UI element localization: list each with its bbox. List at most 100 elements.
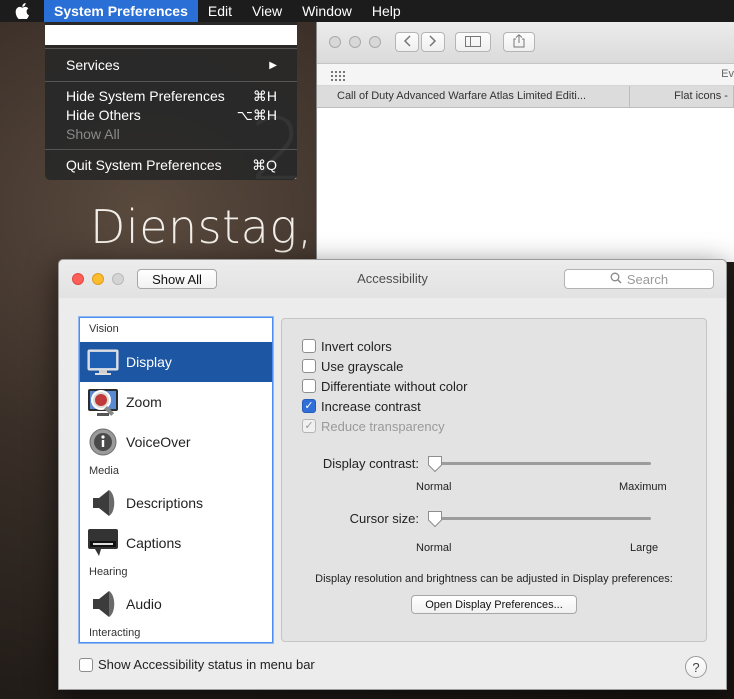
browser-window: Ev Call of Duty Advanced Warfare Atlas L…: [316, 22, 734, 262]
menu-separator: [45, 48, 297, 49]
category-sidebar: Vision Display Zoom VoiceOver Media Desc…: [79, 317, 273, 643]
forward-button[interactable]: [421, 32, 445, 52]
app-dropdown-menu: Services ▶ Hide System Preferences ⌘H Hi…: [45, 22, 297, 180]
search-input[interactable]: Search: [564, 269, 714, 289]
menu-edit[interactable]: Edit: [198, 0, 242, 22]
increase-contrast-checkbox[interactable]: ✓ Increase contrast: [302, 397, 421, 415]
sidebar-icon: [465, 35, 481, 50]
menu-item-hide-others-shortcut: ⌥⌘H: [236, 107, 277, 123]
sidebar-item-display[interactable]: Display: [80, 342, 272, 382]
menu-item-services-label: Services: [66, 57, 120, 73]
slider-max-label: Maximum: [619, 481, 667, 493]
menu-help[interactable]: Help: [362, 0, 411, 22]
slider-thumb[interactable]: [427, 455, 443, 473]
back-button[interactable]: [395, 32, 419, 52]
search-placeholder: Search: [626, 271, 669, 287]
sidebar-item-label: Captions: [126, 535, 182, 551]
menu-bar: System Preferences Edit View Window Help: [0, 0, 734, 22]
menu-item-hide-app[interactable]: Hide System Preferences ⌘H: [66, 87, 277, 106]
checkbox-label: Use grayscale: [321, 358, 404, 374]
use-grayscale-checkbox[interactable]: Use grayscale: [302, 357, 403, 375]
menu-item-show-all-label: Show All: [66, 126, 120, 142]
menu-item-show-all: Show All: [66, 125, 277, 144]
checkbox-label: Show Accessibility status in menu bar: [98, 657, 315, 672]
slider-thumb[interactable]: [427, 510, 443, 528]
show-status-in-menu-bar-checkbox[interactable]: Show Accessibility status in menu bar: [79, 657, 315, 672]
slider-track: [429, 517, 651, 520]
menu-item-hide-others-label: Hide Others: [66, 107, 141, 123]
submenu-arrow-icon: ▶: [269, 60, 277, 71]
checkbox-box: [79, 657, 93, 672]
checkbox-label: Differentiate without color: [321, 378, 468, 394]
browser-toolbar: [317, 22, 734, 64]
checkmark-icon: ✓: [302, 419, 316, 433]
browser-tab[interactable]: Flat icons -: [630, 86, 734, 107]
sidebar-item-label: Zoom: [126, 394, 162, 410]
help-button[interactable]: ?: [685, 656, 707, 678]
grid-icon[interactable]: [331, 69, 345, 84]
display-note-text: Display resolution and brightness can be…: [315, 573, 673, 585]
differentiate-without-color-checkbox[interactable]: Differentiate without color: [302, 377, 467, 395]
sidebar-item-captions[interactable]: Captions: [80, 523, 272, 563]
checkmark-icon: ✓: [302, 399, 316, 413]
browser-tab-bar: Call of Duty Advanced Warfare Atlas Limi…: [317, 86, 734, 108]
sidebar-item-label: Descriptions: [126, 495, 204, 511]
menu-highlight-strip: [45, 25, 297, 45]
chevron-left-icon: [403, 34, 411, 50]
menu-item-hide-others[interactable]: Hide Others ⌥⌘H: [66, 106, 277, 125]
checkbox-box: [302, 339, 316, 353]
share-button[interactable]: [503, 32, 535, 52]
checkbox-label: Increase contrast: [321, 398, 421, 414]
speaker-icon: [86, 487, 120, 519]
chevron-right-icon: [429, 34, 437, 50]
slider-track: [429, 462, 651, 465]
captions-icon: [86, 527, 120, 559]
window-minimize-button[interactable]: [349, 36, 361, 48]
cursor-size-label: Cursor size:: [349, 511, 419, 526]
window-close-button[interactable]: [329, 36, 341, 48]
menu-item-quit-shortcut: ⌘Q: [252, 157, 277, 173]
section-header-media: Media: [89, 465, 119, 477]
section-header-interacting: Interacting: [89, 627, 141, 639]
menu-item-services[interactable]: Services ▶: [66, 56, 277, 75]
share-icon: [513, 33, 525, 51]
zoom-icon: [86, 386, 120, 418]
invert-colors-checkbox[interactable]: Invert colors: [302, 337, 392, 355]
sidebar-item-voiceover[interactable]: VoiceOver: [80, 422, 272, 462]
reduce-transparency-checkbox: ✓ Reduce transparency: [302, 417, 445, 435]
slider-min-label: Normal: [416, 542, 452, 554]
menu-item-quit-label: Quit System Preferences: [66, 157, 222, 173]
display-settings-pane: Invert colors Use grayscale Differentiat…: [281, 318, 707, 642]
accessibility-window: Show All Accessibility Search Vision Dis…: [58, 259, 727, 690]
sidebar-item-audio[interactable]: Audio: [80, 584, 272, 624]
browser-tab[interactable]: Call of Duty Advanced Warfare Atlas Limi…: [317, 86, 631, 107]
favorites-bar: Ev: [317, 64, 734, 86]
menu-item-hide-app-shortcut: ⌘H: [252, 88, 277, 104]
sidebar-item-descriptions[interactable]: Descriptions: [80, 483, 272, 523]
open-display-preferences-button[interactable]: Open Display Preferences...: [411, 595, 577, 614]
menu-system-preferences[interactable]: System Preferences: [44, 0, 198, 22]
section-header-hearing: Hearing: [89, 566, 128, 578]
menu-view[interactable]: View: [242, 0, 292, 22]
menu-window[interactable]: Window: [292, 0, 362, 22]
menu-item-quit[interactable]: Quit System Preferences ⌘Q: [66, 156, 277, 175]
sidebar-item-label: Display: [126, 354, 172, 370]
search-icon: [610, 272, 622, 287]
checkbox-box: [302, 359, 316, 373]
slider-max-label: Large: [630, 542, 659, 554]
apple-menu-icon[interactable]: [0, 0, 44, 22]
sidebar-item-label: VoiceOver: [126, 434, 191, 450]
question-mark-icon: ?: [692, 659, 700, 675]
display-icon: [86, 346, 120, 378]
sidebar-item-zoom[interactable]: Zoom: [80, 382, 272, 422]
checkbox-label: Invert colors: [321, 338, 392, 354]
voiceover-icon: [86, 426, 120, 458]
section-header-vision: Vision: [89, 323, 119, 335]
sidebar-toggle-button[interactable]: [455, 32, 491, 52]
window-zoom-button[interactable]: [369, 36, 381, 48]
window-titlebar: Show All Accessibility Search: [59, 260, 726, 298]
speaker-icon: [86, 588, 120, 620]
slider-min-label: Normal: [416, 481, 452, 493]
display-contrast-label: Display contrast:: [322, 456, 419, 471]
favorites-item[interactable]: Ev: [721, 68, 734, 80]
